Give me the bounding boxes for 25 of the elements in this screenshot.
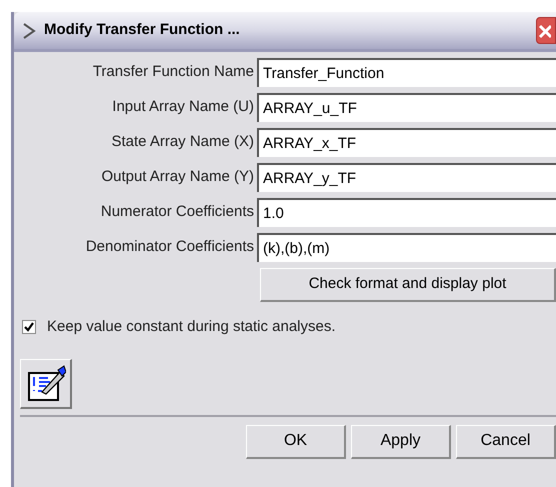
app-icon bbox=[22, 22, 36, 40]
field-label: Numerator Coefficients bbox=[100, 202, 255, 222]
notepad-pen-icon bbox=[26, 364, 66, 402]
dialog-button[interactable]: OK bbox=[246, 424, 346, 458]
field-label: Denominator Coefficients bbox=[84, 237, 255, 258]
window-title: Modify Transfer Function ... bbox=[44, 20, 241, 40]
text-field[interactable]: Transfer_Function bbox=[257, 58, 556, 87]
edit-notes-button[interactable] bbox=[20, 358, 72, 408]
dialog-button[interactable]: Cancel bbox=[456, 424, 556, 458]
text-field[interactable]: 1.0 bbox=[257, 198, 556, 227]
check-icon bbox=[24, 322, 34, 332]
text-field[interactable]: ARRAY_y_TF bbox=[257, 163, 556, 192]
field-label: State Array Name (X) bbox=[110, 132, 255, 152]
check-format-button[interactable]: Check format and display plot bbox=[260, 268, 556, 302]
close-button[interactable] bbox=[536, 17, 556, 44]
text-field[interactable]: (k),(b),(m) bbox=[257, 233, 556, 262]
dialog-button[interactable]: Apply bbox=[351, 424, 451, 458]
field-label: Input Array Name (U) bbox=[111, 97, 255, 118]
checkbox[interactable] bbox=[22, 320, 36, 334]
close-icon bbox=[537, 22, 551, 38]
text-field[interactable]: ARRAY_x_TF bbox=[257, 128, 556, 157]
field-label: Transfer Function Name bbox=[92, 62, 255, 82]
text-field[interactable]: ARRAY_u_TF bbox=[257, 93, 556, 122]
checkbox-label: Keep value constant during static analyses. bbox=[47, 317, 336, 337]
field-label: Output Array Name (Y) bbox=[100, 167, 255, 188]
